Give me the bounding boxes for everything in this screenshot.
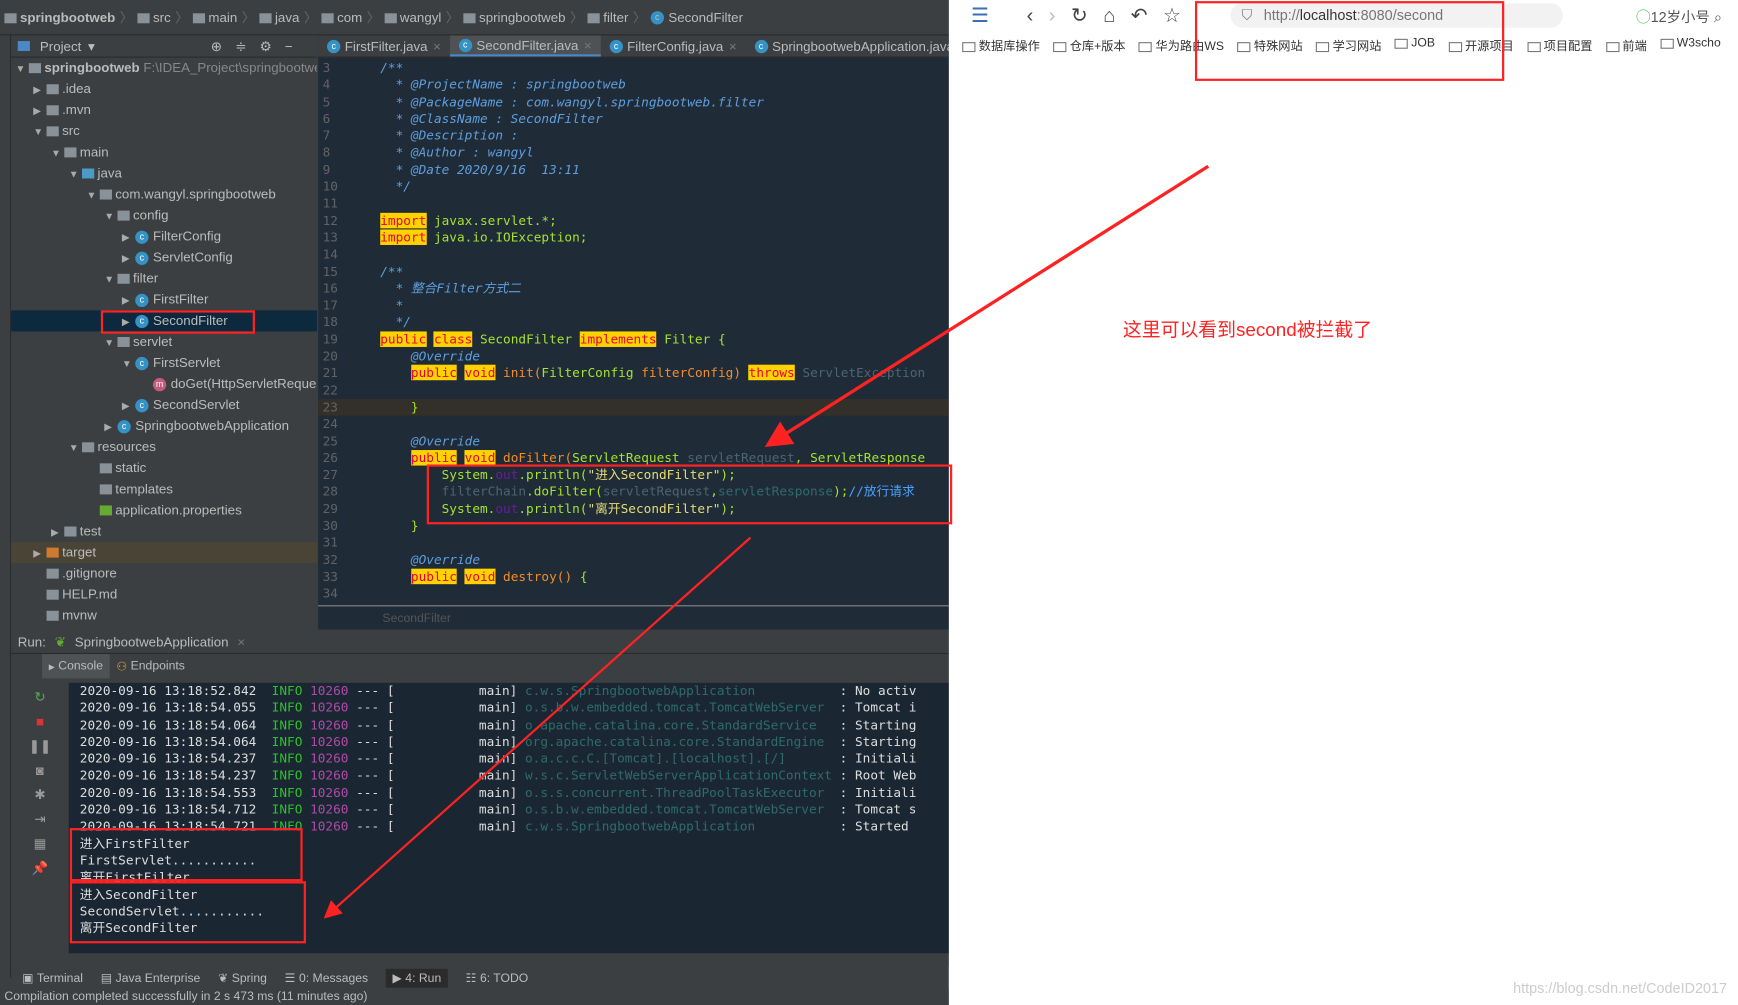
arrow (764, 164, 1210, 447)
arrow (323, 536, 752, 919)
watermark: https://blog.csdn.net/CodeID2017 (1513, 979, 1728, 997)
annotation-arrows (323, 164, 1210, 919)
annotation-text: 这里可以看到second被拦截了 (1122, 319, 1373, 341)
